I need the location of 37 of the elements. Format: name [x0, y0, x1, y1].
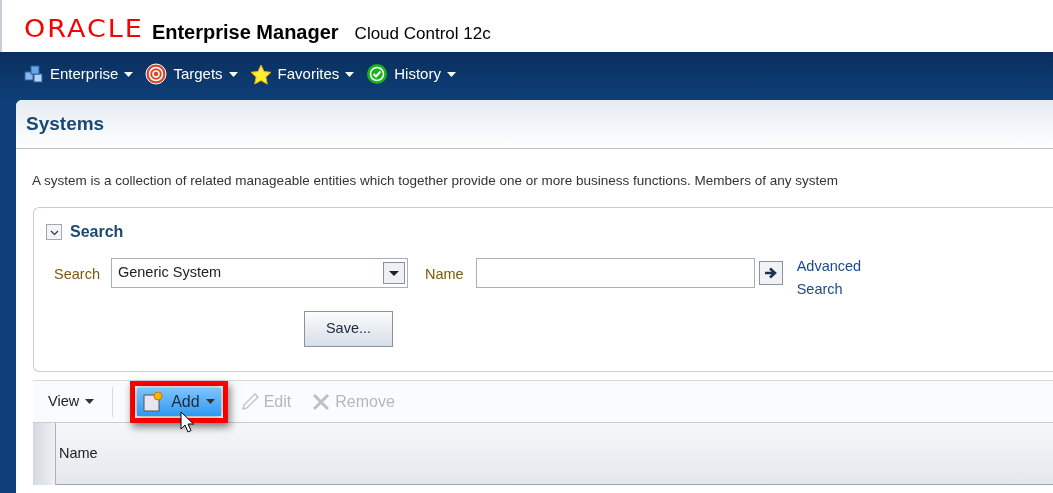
cubes-icon — [24, 65, 44, 83]
check-circle-icon — [366, 63, 389, 85]
collapse-toggle[interactable] — [46, 224, 62, 240]
caret-icon — [228, 71, 238, 77]
product-edition: Cloud Control 12c — [354, 25, 491, 42]
product-name: Enterprise Manager — [151, 22, 339, 42]
caret-icon — [345, 71, 355, 77]
page-description: A system is a collection of related manageable entities which together provide one or more business functions. Members of any system — [31, 171, 839, 190]
arrow-right-icon — [763, 267, 778, 279]
column-header[interactable]: Name — [56, 423, 1053, 485]
advanced-search-link[interactable]: Advanced Search — [796, 255, 887, 301]
search-type-select[interactable]: Generic System — [110, 258, 408, 288]
view-menu[interactable]: View — [48, 390, 95, 413]
menu-item[interactable]: Targets — [145, 62, 238, 86]
page-title: Systems — [26, 112, 106, 136]
new-document-icon — [143, 390, 166, 413]
x-icon — [311, 391, 332, 412]
row-header-column — [33, 423, 56, 485]
target-icon — [145, 63, 168, 85]
add-button[interactable]: Add — [137, 387, 221, 416]
name-field[interactable] — [475, 258, 755, 288]
caret-icon — [205, 399, 215, 404]
caret-icon — [446, 71, 456, 77]
search-heading: Search — [70, 222, 124, 242]
go-button[interactable] — [758, 261, 783, 285]
oracle-logo: ORACLE — [24, 16, 144, 41]
caret-icon — [85, 399, 95, 404]
search-label: Search — [54, 265, 100, 284]
menu-item[interactable]: History — [366, 62, 456, 86]
pencil-icon — [239, 391, 260, 412]
caret-icon — [124, 71, 134, 77]
menu-item[interactable]: Enterprise — [24, 62, 134, 86]
name-label: Name — [424, 265, 464, 284]
save-button[interactable]: Save... — [304, 311, 393, 347]
menu-item[interactable]: Favorites — [249, 62, 355, 86]
dropdown-icon — [382, 262, 405, 284]
star-icon — [249, 63, 272, 85]
